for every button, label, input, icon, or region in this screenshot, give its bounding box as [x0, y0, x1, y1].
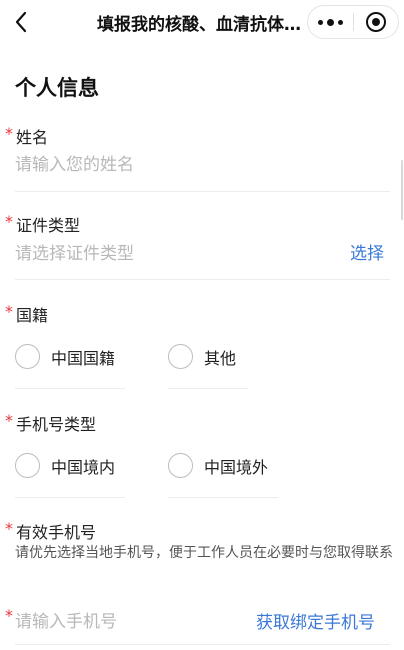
scrollbar[interactable]: [401, 160, 403, 220]
phone-input[interactable]: 请输入手机号: [15, 607, 117, 632]
phone-type-label: 手机号类型: [16, 415, 97, 434]
section-title: 个人信息: [15, 76, 99, 100]
get-bound-phone-button[interactable]: 获取绑定手机号: [256, 608, 375, 633]
phone-hint: 请优先选择当地手机号，便于工作人员在必要时与您取得联系: [15, 545, 393, 561]
radio-label: 中国境内: [51, 457, 116, 477]
divider: [15, 191, 390, 192]
name-input[interactable]: 请输入您的姓名: [15, 150, 385, 175]
phone-type-radio-domestic[interactable]: 中国境内: [15, 453, 115, 478]
nationality-radio-other[interactable]: 其他: [168, 344, 236, 369]
required-mark: *: [5, 411, 13, 430]
back-button[interactable]: [8, 8, 34, 36]
nationality-radio-china[interactable]: 中国国籍: [15, 344, 115, 369]
divider: [15, 644, 390, 645]
more-dots-icon: [318, 18, 343, 26]
close-miniprogram-button[interactable]: [354, 6, 398, 38]
divider: [15, 388, 125, 389]
radio-label: 中国国籍: [51, 348, 116, 368]
radio-label: 其他: [204, 348, 237, 368]
radio-label: 中国境外: [204, 457, 269, 477]
target-circle-icon: [365, 12, 386, 32]
miniprogram-capsule: [307, 5, 399, 39]
divider: [15, 497, 125, 498]
required-mark: *: [5, 124, 13, 143]
chevron-left-icon: [15, 11, 27, 33]
radio-circle: [15, 344, 40, 369]
required-mark: *: [5, 606, 13, 625]
phone-label: 有效手机号: [16, 523, 97, 542]
id-type-select[interactable]: 请选择证件类型: [15, 239, 134, 264]
id-type-label: 证件类型: [16, 216, 81, 235]
divider: [168, 388, 248, 389]
id-type-select-button[interactable]: 选择: [350, 239, 384, 264]
name-label: 姓名: [16, 128, 49, 147]
required-mark: *: [5, 519, 13, 538]
radio-circle: [15, 453, 40, 478]
required-mark: *: [5, 302, 13, 321]
phone-type-radio-overseas[interactable]: 中国境外: [168, 453, 268, 478]
required-mark: *: [5, 212, 13, 231]
page-title: 填报我的核酸、血清抗体检测信息: [97, 15, 307, 35]
more-button[interactable]: [308, 6, 353, 38]
navigation-bar: 填报我的核酸、血清抗体检测信息: [0, 0, 404, 44]
divider: [15, 279, 390, 280]
divider: [168, 497, 278, 498]
nationality-label: 国籍: [16, 306, 49, 325]
radio-circle: [168, 344, 193, 369]
radio-circle: [168, 453, 193, 478]
